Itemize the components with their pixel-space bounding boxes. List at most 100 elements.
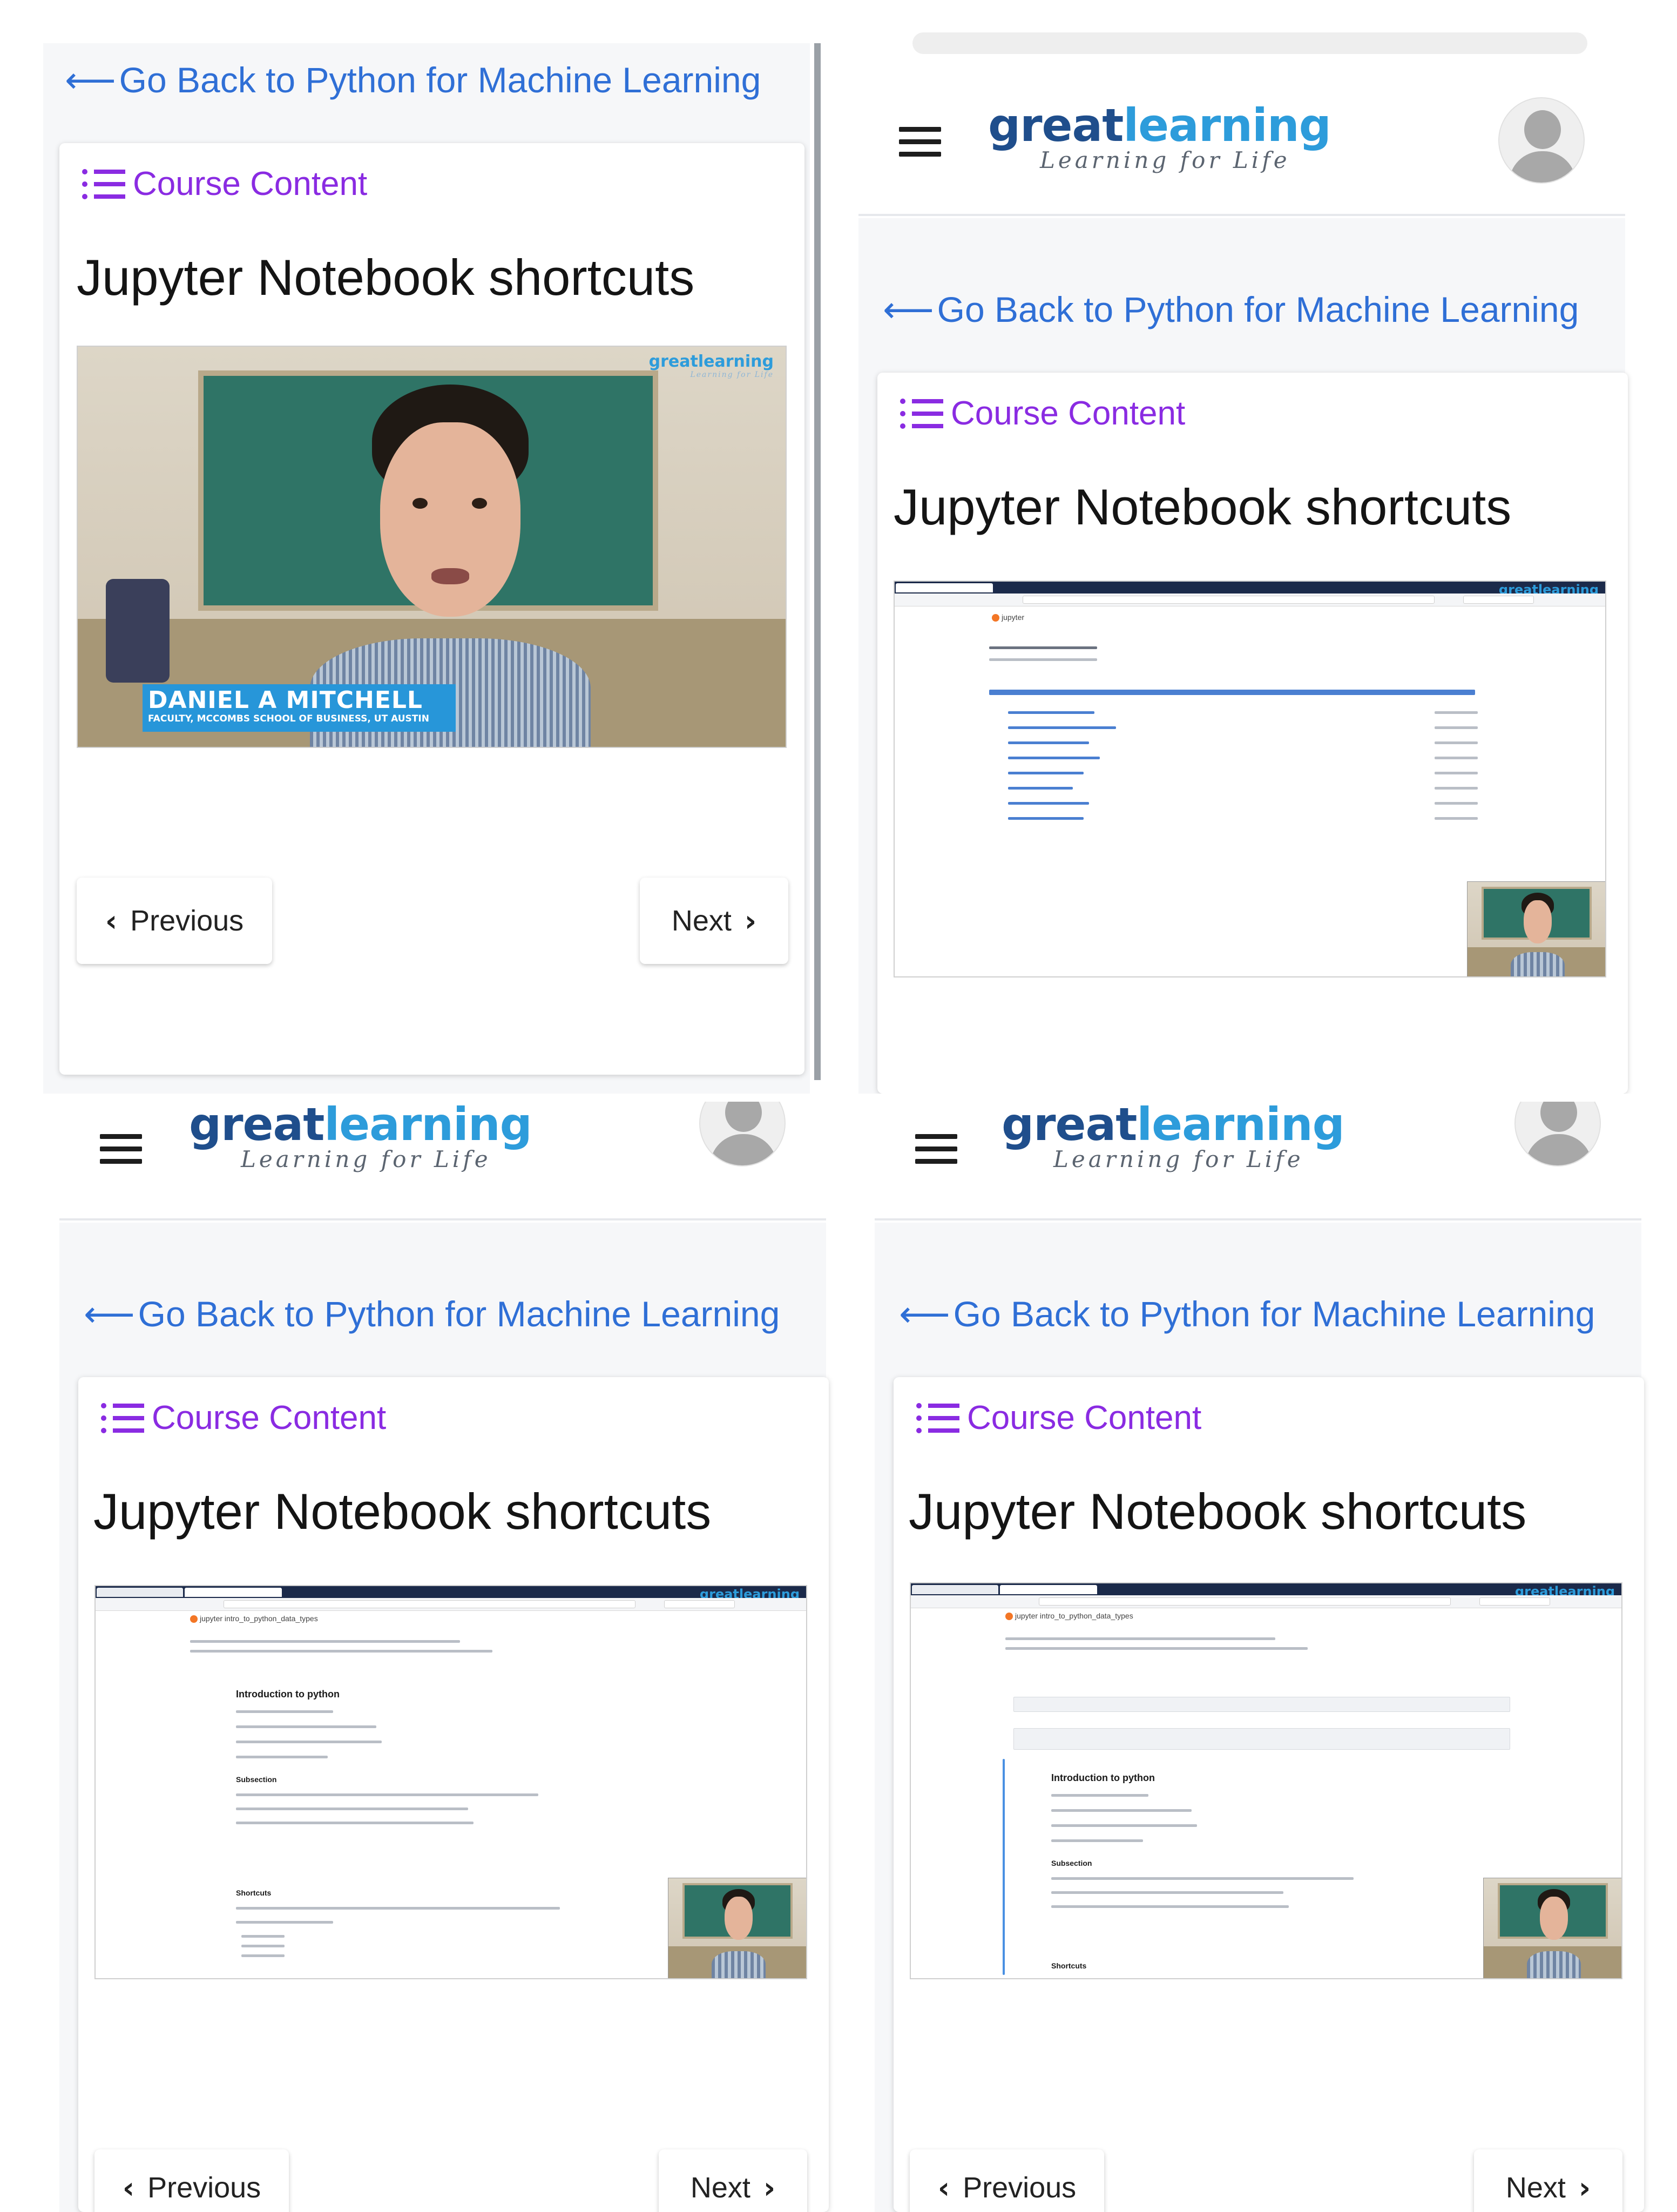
brand-logo[interactable]: greatlearning Learning for Life — [1002, 1102, 1345, 1172]
course-content-link[interactable]: Course Content — [900, 394, 1185, 433]
chevron-right-icon: › — [1578, 2171, 1591, 2205]
course-content-link[interactable]: Course Content — [82, 165, 367, 203]
previous-label: Previous — [130, 905, 244, 937]
back-link-label: Go Back to Python for Machine Learning — [119, 60, 761, 100]
brand-word-learning: learning — [1137, 1102, 1344, 1151]
presenter-inset — [668, 1878, 806, 1978]
panel-lesson-jupyter-home: greatlearning Learning for Life ⟵Go Back… — [858, 0, 1677, 1094]
course-content-link[interactable]: Course Content — [916, 1399, 1201, 1437]
list-icon — [900, 396, 944, 431]
jupyter-brand: jupyter — [992, 613, 1024, 622]
notebook-shortcuts-heading: Shortcuts — [236, 1889, 272, 1897]
presenter-lower-third: DANIEL A MITCHELL FACULTY, MCCOMBS SCHOO… — [143, 684, 456, 732]
chevron-left-icon: ‹ — [937, 2171, 950, 2205]
jupyter-logo-icon — [190, 1615, 198, 1623]
top-bar: greatlearning Learning for Life — [858, 76, 1625, 216]
jupyter-brand: jupyter intro_to_python_data_types — [190, 1614, 318, 1623]
top-bar: greatlearning Learning for Life — [875, 1102, 1641, 1220]
arrow-left-icon: ⟵ — [899, 1293, 950, 1335]
lesson-card: Course Content Jupyter Notebook shortcut… — [78, 1377, 829, 2212]
user-avatar-icon[interactable] — [1498, 97, 1585, 184]
hamburger-menu-icon[interactable] — [899, 127, 941, 157]
arrow-left-icon: ⟵ — [883, 289, 934, 331]
next-button[interactable]: Next › — [640, 878, 788, 964]
brand-tagline: Learning for Life — [241, 1146, 491, 1172]
list-icon — [82, 167, 126, 201]
top-bar: greatlearning Learning for Life — [59, 1102, 826, 1220]
brand-logo[interactable]: greatlearning Learning for Life — [189, 1102, 532, 1172]
chevron-right-icon: › — [744, 903, 757, 938]
hamburger-menu-icon[interactable] — [915, 1134, 957, 1164]
jupyter-logo-icon — [1005, 1613, 1013, 1621]
course-content-link[interactable]: Course Content — [101, 1399, 386, 1437]
brand-word-great: great — [988, 99, 1124, 152]
brand-word-learning: learning — [324, 1102, 532, 1151]
panel-lesson-notebook-markdown: greatlearning Learning for Life ⟵Go Back… — [0, 1102, 842, 2212]
course-content-label: Course Content — [152, 1399, 387, 1437]
notebook-shortcuts-heading: Shortcuts — [1051, 1961, 1087, 1970]
lesson-card: Course Content Jupyter Notebook shortcut… — [894, 1377, 1644, 2212]
notebook-heading: Introduction to python — [1051, 1772, 1155, 1783]
next-label: Next — [690, 2171, 750, 2204]
presenter-inset — [1467, 881, 1605, 976]
screen-recording: greatlearning jupyter intro_to_python_da… — [911, 1583, 1621, 1978]
jupyter-brand: jupyter intro_to_python_data_types — [1005, 1611, 1133, 1621]
watermark-logo: greatlearning — [648, 352, 774, 371]
previous-button[interactable]: ‹ Previous — [94, 2149, 289, 2212]
brand-word-great: great — [1002, 1102, 1137, 1151]
back-link[interactable]: ⟵Go Back to Python for Machine Learning — [84, 1293, 780, 1335]
arrow-left-icon: ⟵ — [84, 1293, 135, 1335]
watermark-tagline: Learning for Life — [690, 370, 774, 379]
notebook-subheading: Subsection — [1051, 1859, 1092, 1867]
course-content-label: Course Content — [967, 1399, 1202, 1437]
brand-word-great: great — [189, 1102, 324, 1151]
back-link[interactable]: ⟵Go Back to Python for Machine Learning — [65, 59, 761, 101]
video-player[interactable]: greatlearning jupyter intro_to_python_da… — [910, 1582, 1622, 1979]
next-label: Next — [1505, 2171, 1566, 2204]
user-avatar-icon[interactable] — [699, 1102, 786, 1166]
presenter-inset — [1483, 1878, 1621, 1978]
next-label: Next — [671, 905, 732, 937]
screen-recording: greatlearning jupyter intro_to_python_da… — [96, 1586, 806, 1978]
scrollbar[interactable] — [814, 43, 821, 1080]
presenter-role: FACULTY, MCCOMBS SCHOOL OF BUSINESS, UT … — [148, 713, 429, 725]
list-icon — [101, 1401, 145, 1435]
user-avatar-icon[interactable] — [1514, 1102, 1601, 1166]
chevron-left-icon: ‹ — [105, 903, 118, 938]
next-button[interactable]: Next › — [659, 2149, 807, 2212]
list-icon — [916, 1401, 961, 1435]
brand-word-learning: learning — [1123, 99, 1331, 152]
back-link[interactable]: ⟵Go Back to Python for Machine Learning — [883, 289, 1579, 331]
presenter-name: DANIEL A MITCHELL — [148, 686, 423, 714]
previous-button[interactable]: ‹ Previous — [910, 2149, 1104, 2212]
brand-logo[interactable]: greatlearning Learning for Life — [988, 103, 1331, 173]
video-player[interactable]: greatlearning jupyter intro_to_python_da… — [94, 1585, 807, 1979]
panel-lesson-intro-video: ⟵Go Back to Python for Machine Learning … — [0, 0, 826, 1094]
chevron-right-icon: › — [763, 2171, 776, 2205]
previous-label: Previous — [963, 2171, 1077, 2204]
screen-recording: greatlearning jupyter — [895, 582, 1605, 976]
lesson-card: Course Content Jupyter Notebook shortcut… — [877, 373, 1628, 1094]
course-content-label: Course Content — [133, 165, 368, 203]
lesson-card: Course Content Jupyter Notebook shortcut… — [59, 143, 804, 1075]
lesson-title: Jupyter Notebook shortcuts — [77, 249, 695, 306]
notebook-subheading: Subsection — [236, 1775, 277, 1784]
back-link-label: Go Back to Python for Machine Learning — [953, 1294, 1595, 1334]
course-content-label: Course Content — [951, 395, 1186, 432]
panel-lesson-notebook-code: greatlearning Learning for Life ⟵Go Back… — [858, 1102, 1677, 2212]
video-player[interactable]: greatlearning Learning for Life DANIEL A… — [77, 346, 787, 748]
previous-label: Previous — [147, 2171, 261, 2204]
back-link-label: Go Back to Python for Machine Learning — [937, 289, 1579, 329]
hamburger-menu-icon[interactable] — [100, 1134, 142, 1164]
lesson-title: Jupyter Notebook shortcuts — [93, 1483, 712, 1540]
next-button[interactable]: Next › — [1474, 2149, 1622, 2212]
video-player[interactable]: greatlearning jupyter — [894, 581, 1606, 977]
brand-tagline: Learning for Life — [1040, 147, 1290, 173]
brand-tagline: Learning for Life — [1053, 1146, 1304, 1172]
previous-button[interactable]: ‹ Previous — [77, 878, 272, 964]
arrow-left-icon: ⟵ — [65, 59, 116, 101]
jupyter-logo-icon — [992, 614, 999, 622]
back-link-label: Go Back to Python for Machine Learning — [138, 1294, 780, 1334]
back-link[interactable]: ⟵Go Back to Python for Machine Learning — [899, 1293, 1595, 1335]
lesson-title: Jupyter Notebook shortcuts — [894, 478, 1512, 535]
